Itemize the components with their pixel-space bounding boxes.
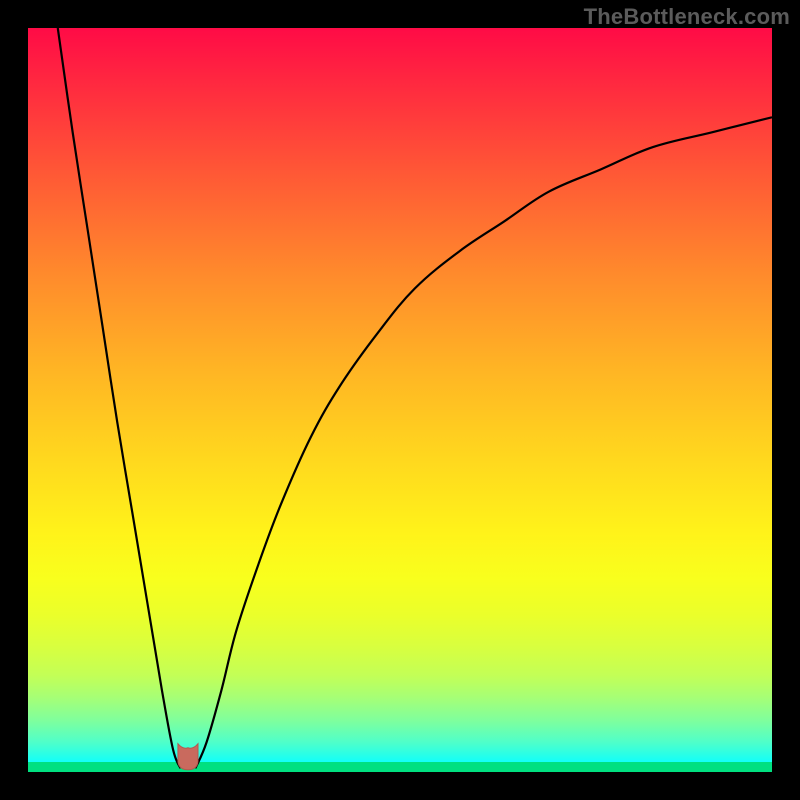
chart-plot-area bbox=[28, 28, 772, 772]
minimum-marker bbox=[178, 744, 198, 770]
watermark-text: TheBottleneck.com bbox=[584, 4, 790, 30]
curve-right-branch bbox=[195, 117, 772, 768]
curve-left-branch bbox=[58, 28, 181, 768]
curve-svg bbox=[28, 28, 772, 772]
